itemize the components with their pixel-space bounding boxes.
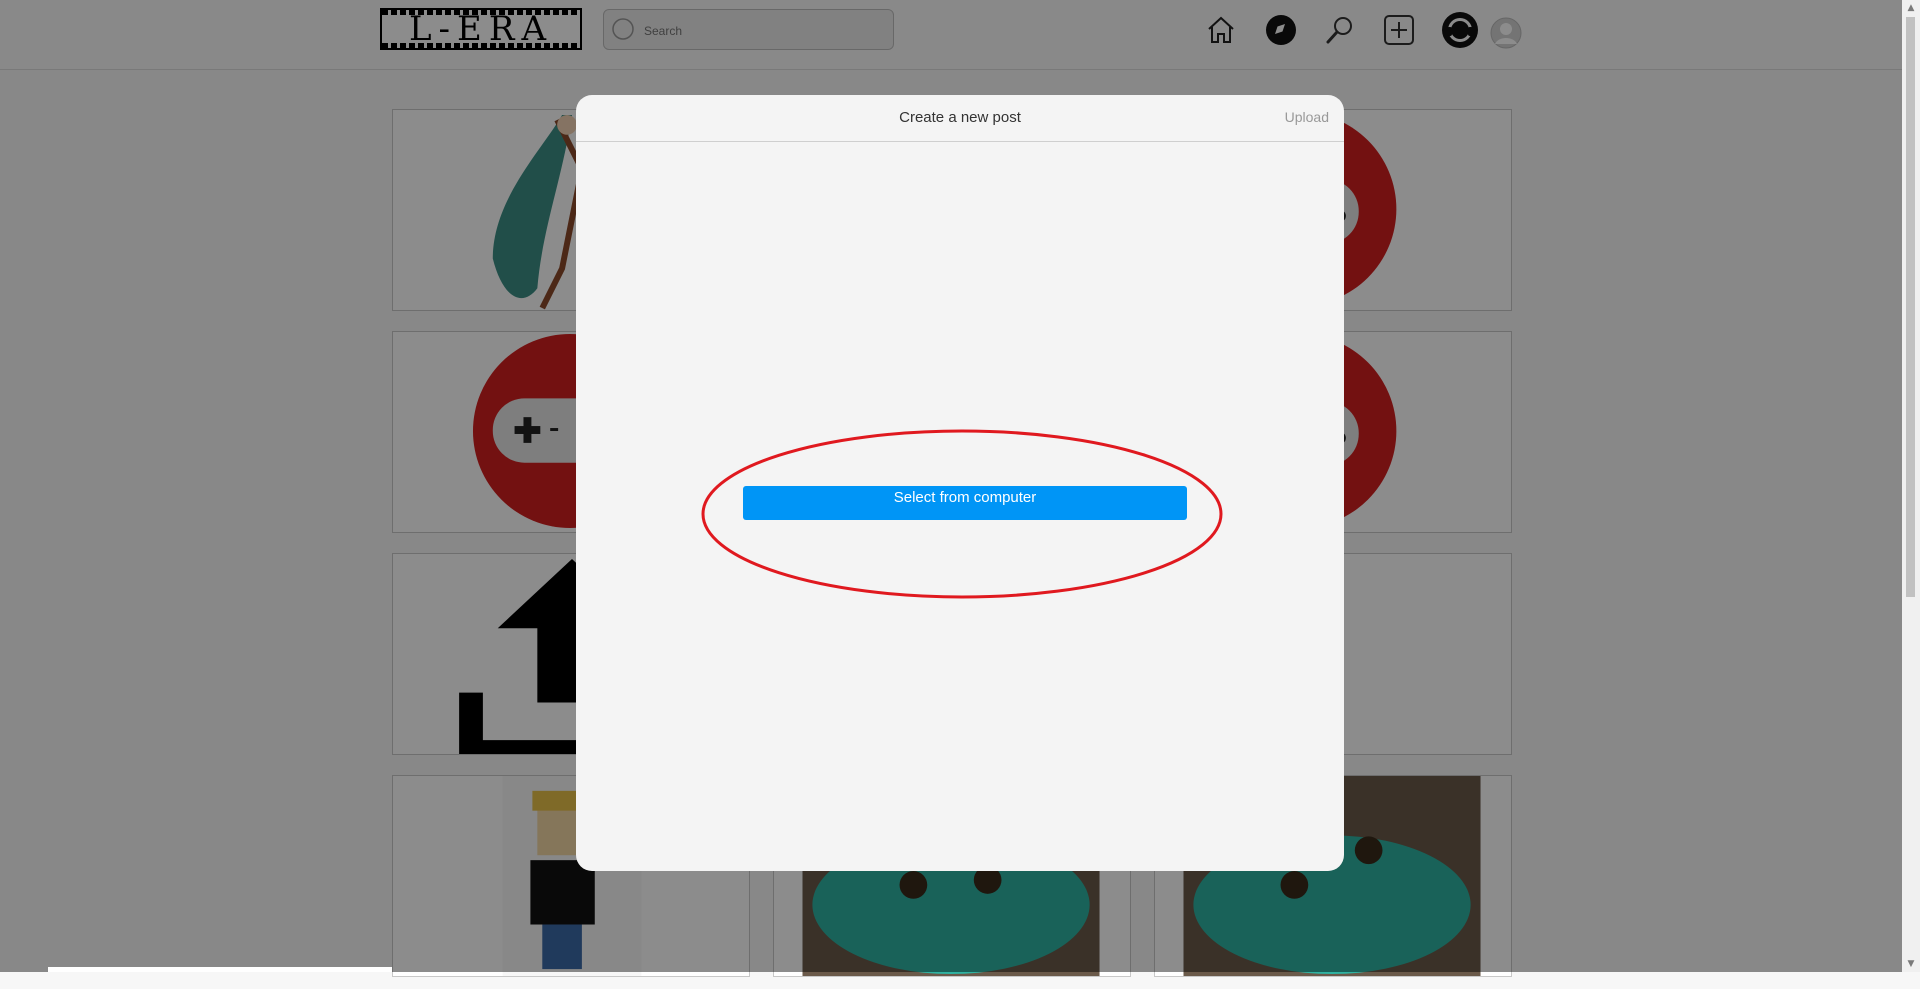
upload-button[interactable]: Upload [1285, 109, 1329, 125]
create-post-modal: Create a new post Upload Select from com… [576, 95, 1344, 871]
page-scrollbar[interactable]: ▲ ▼ [1902, 0, 1920, 972]
scrollbar-thumb[interactable] [1906, 17, 1915, 597]
scroll-up-arrow-icon[interactable]: ▲ [1902, 0, 1920, 16]
select-from-computer-button[interactable]: Select from computer [743, 486, 1187, 520]
scroll-down-arrow-icon[interactable]: ▼ [1902, 956, 1920, 972]
modal-header: Create a new post Upload [576, 95, 1344, 142]
bottom-progress-bar [48, 967, 392, 972]
modal-title: Create a new post [899, 109, 1021, 126]
